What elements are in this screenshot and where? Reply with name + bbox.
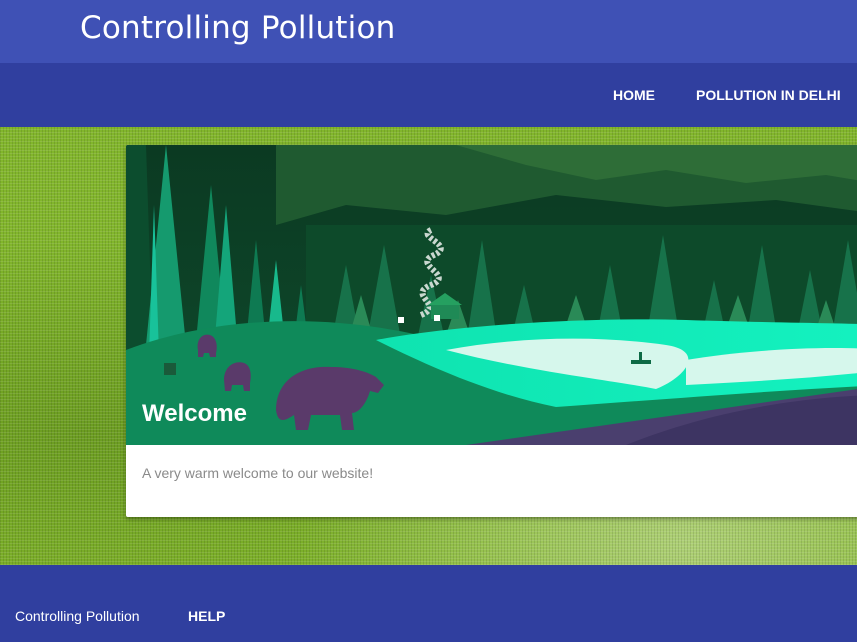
welcome-card: Welcome A very warm welcome to our websi…	[126, 145, 857, 517]
footer-help-link[interactable]: HELP	[188, 608, 225, 624]
site-title: Controlling Pollution	[80, 10, 396, 46]
card-title: Welcome	[142, 400, 247, 427]
navbar: HOME POLLUTION IN DELHI	[0, 63, 857, 127]
nav-pollution-in-delhi-link[interactable]: POLLUTION IN DELHI	[696, 87, 841, 103]
top-header: Controlling Pollution	[0, 0, 857, 63]
nav-home-link[interactable]: HOME	[613, 87, 655, 103]
card-content-text: A very warm welcome to our website!	[142, 465, 374, 481]
footer-site-title: Controlling Pollution	[15, 608, 140, 624]
footer: Controlling Pollution HELP	[0, 565, 857, 642]
